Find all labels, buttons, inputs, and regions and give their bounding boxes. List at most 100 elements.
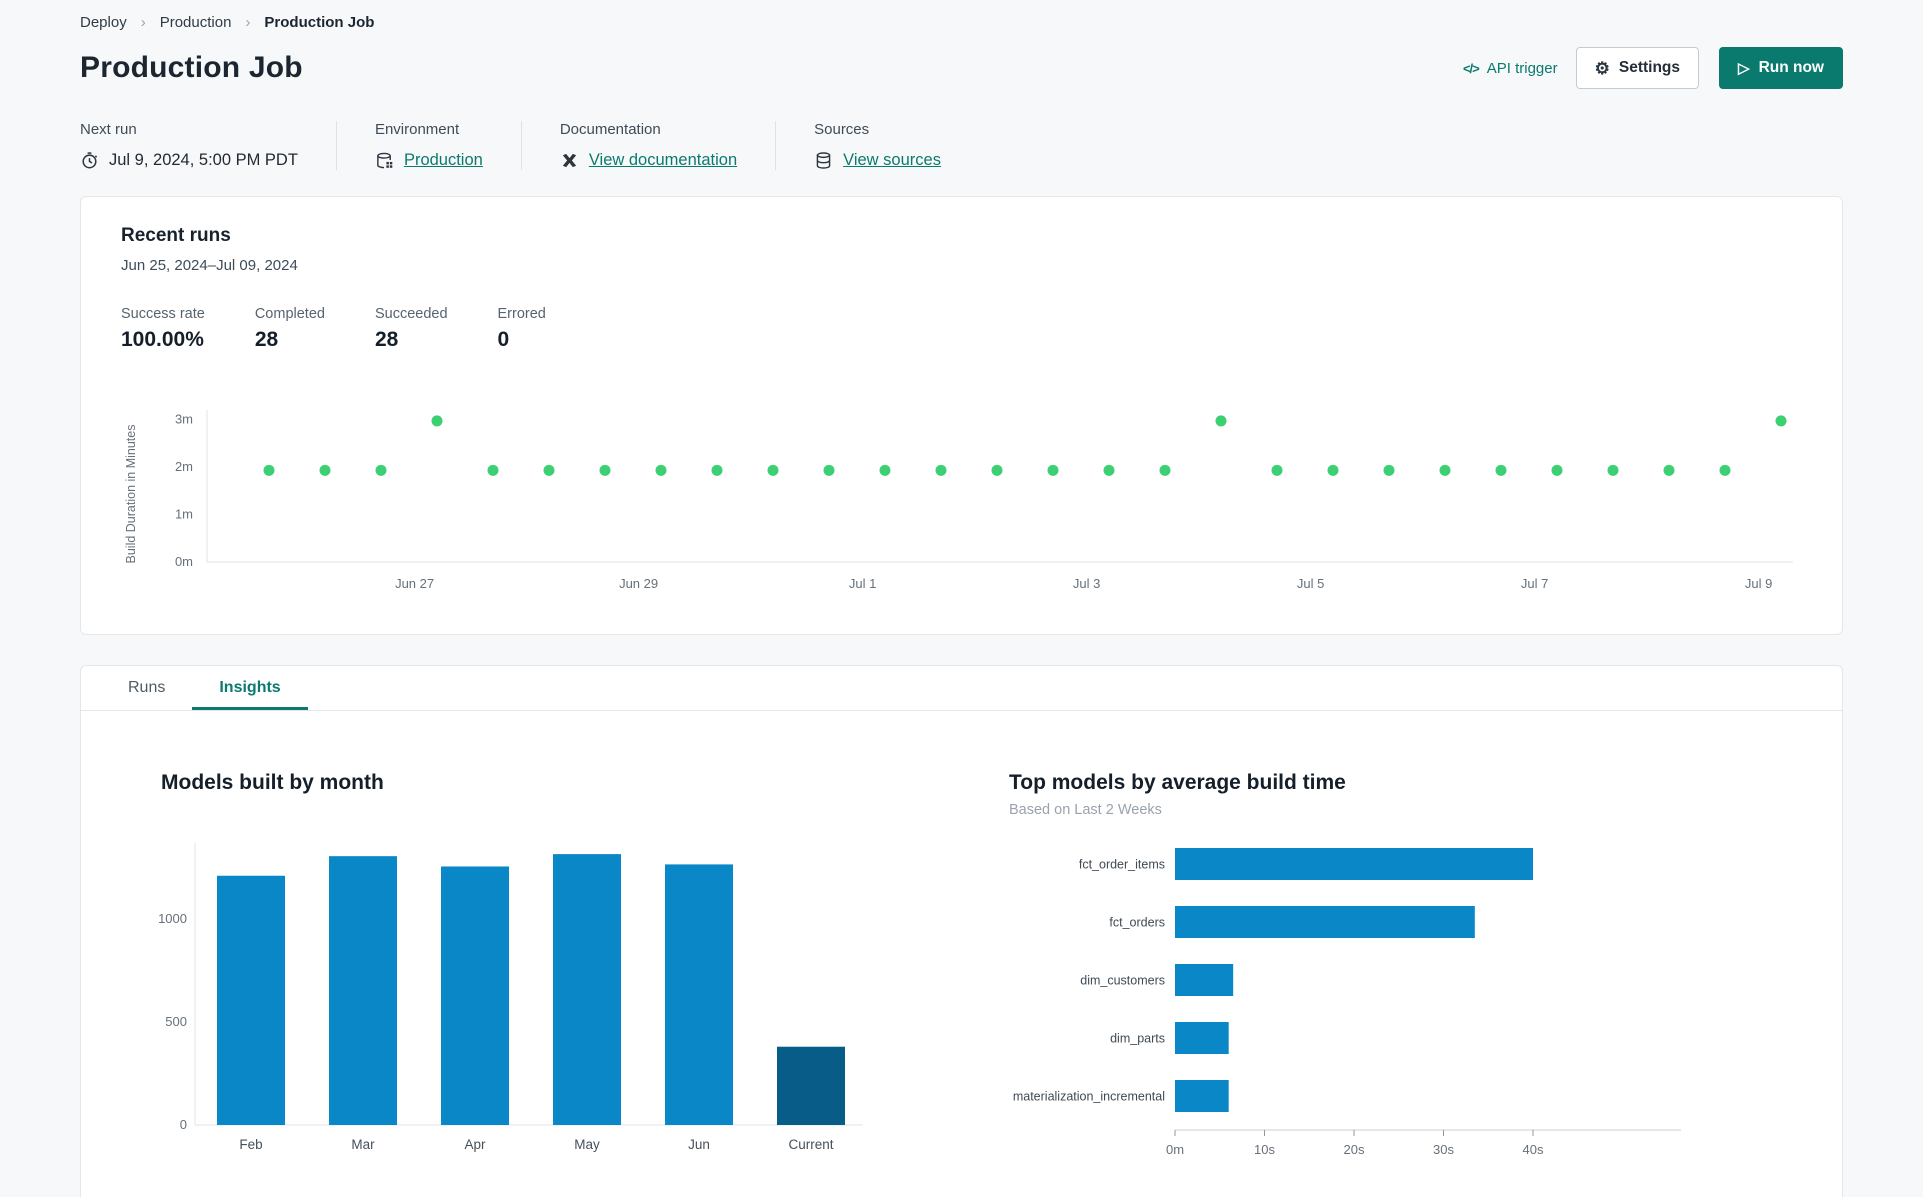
scatter-point[interactable] bbox=[1663, 464, 1675, 476]
y-tick-label: 500 bbox=[165, 1014, 187, 1029]
production-job-page: Deploy › Production › Production Job Pro… bbox=[0, 0, 1923, 1197]
scatter-point[interactable] bbox=[1775, 415, 1787, 427]
x-category-label: Apr bbox=[464, 1137, 486, 1152]
meta-environment: Environment Production bbox=[375, 121, 522, 170]
breadcrumb-production[interactable]: Production bbox=[160, 14, 232, 31]
stat-label: Errored bbox=[497, 306, 546, 322]
models-built-chart: 0 500 1000 Feb Mar Apr May Jun Current bbox=[147, 835, 891, 1165]
stat-completed: Completed 28 bbox=[255, 306, 325, 352]
stat-value: 28 bbox=[374, 328, 399, 351]
scatter-point[interactable] bbox=[1215, 415, 1227, 427]
bar-materialization_incremental[interactable] bbox=[1175, 1080, 1229, 1112]
tab-runs[interactable]: Runs bbox=[101, 666, 192, 710]
breadcrumb: Deploy › Production › Production Job bbox=[80, 10, 1843, 31]
scatter-point[interactable] bbox=[935, 464, 947, 476]
scatter-point[interactable] bbox=[991, 464, 1003, 476]
page-header: Production Job </> API trigger ⚙ Setting… bbox=[80, 47, 1843, 89]
x-tick-label: Jul 9 bbox=[1745, 576, 1772, 591]
scatter-point[interactable] bbox=[1439, 464, 1451, 476]
bar-dim_parts[interactable] bbox=[1175, 1022, 1229, 1054]
scatter-point[interactable] bbox=[767, 464, 779, 476]
bar-feb[interactable] bbox=[217, 875, 285, 1125]
scatter-point[interactable] bbox=[1551, 464, 1563, 476]
scatter-point[interactable] bbox=[319, 464, 331, 476]
gear-icon: ⚙ bbox=[1594, 58, 1610, 78]
x-tick-label: 0m bbox=[1166, 1142, 1184, 1157]
scatter-point[interactable] bbox=[1383, 464, 1395, 476]
bar-fct_order_items[interactable] bbox=[1175, 848, 1533, 880]
scatter-point[interactable] bbox=[375, 464, 387, 476]
meta-documentation: Documentation View documentation bbox=[560, 121, 777, 170]
header-actions: </> API trigger ⚙ Settings ▷ Run now bbox=[1463, 47, 1843, 89]
scatter-point[interactable] bbox=[1103, 464, 1115, 476]
stat-value: 28 bbox=[254, 328, 279, 351]
stat-errored: Errored 0 bbox=[498, 306, 546, 352]
environment-link[interactable]: Production bbox=[404, 151, 483, 170]
stat-succeeded: Succeeded 28 bbox=[375, 306, 448, 352]
scatter-point[interactable] bbox=[1327, 464, 1339, 476]
next-run-label: Next run bbox=[80, 121, 137, 138]
scatter-point[interactable] bbox=[655, 464, 667, 476]
api-trigger-link[interactable]: </> API trigger bbox=[1463, 60, 1558, 77]
play-icon: ▷ bbox=[1738, 59, 1750, 77]
stat-success-rate: Success rate 100.00% bbox=[121, 306, 205, 352]
scatter-point[interactable] bbox=[599, 464, 611, 476]
database-icon bbox=[814, 151, 833, 170]
view-documentation-link[interactable]: View documentation bbox=[589, 151, 737, 170]
stat-value: 0 bbox=[497, 328, 510, 351]
scatter-point[interactable] bbox=[1719, 464, 1731, 476]
run-now-button[interactable]: ▷ Run now bbox=[1719, 47, 1843, 89]
scatter-point[interactable] bbox=[431, 415, 443, 427]
x-category-label: Feb bbox=[239, 1137, 262, 1152]
stat-label: Completed bbox=[254, 306, 325, 322]
scatter-point[interactable] bbox=[711, 464, 723, 476]
x-category-label: Jun bbox=[688, 1137, 710, 1152]
y-tick-label: 0m bbox=[175, 554, 193, 569]
tab-insights[interactable]: Insights bbox=[192, 666, 308, 710]
x-tick-label: Jul 7 bbox=[1521, 576, 1548, 591]
bar-category-label: fct_orders bbox=[1109, 916, 1165, 930]
bar-mar[interactable] bbox=[329, 856, 397, 1125]
next-run-value: Jul 9, 2024, 5:00 PM PDT bbox=[109, 151, 298, 169]
scatter-point[interactable] bbox=[263, 464, 275, 476]
build-duration-scatter-svg: Build Duration in Minutes 0m 1m 2m 3m Jun 27 J… bbox=[124, 410, 1793, 591]
scatter-point[interactable] bbox=[487, 464, 499, 476]
view-sources-link[interactable]: View sources bbox=[843, 151, 941, 170]
scatter-point[interactable] bbox=[1047, 464, 1059, 476]
scatter-point[interactable] bbox=[1607, 464, 1619, 476]
scatter-point[interactable] bbox=[823, 464, 835, 476]
x-category-label: May bbox=[574, 1137, 600, 1152]
bar-apr[interactable] bbox=[441, 866, 509, 1125]
bar-may[interactable] bbox=[553, 854, 621, 1125]
run-now-label: Run now bbox=[1758, 59, 1824, 76]
bar-jun[interactable] bbox=[665, 864, 733, 1125]
bar-dim_customers[interactable] bbox=[1175, 964, 1234, 996]
models-built-by-month-section: Models built by month 0 500 1000 Feb Mar Apr M… bbox=[158, 771, 891, 1177]
scatter-point[interactable] bbox=[543, 464, 555, 476]
chevron-right-icon: › bbox=[245, 14, 251, 31]
top-models-section: Top models by average build time Based o… bbox=[1009, 771, 1689, 1177]
top-models-title: Top models by average build time bbox=[1009, 771, 1346, 794]
page-title: Production Job bbox=[80, 51, 303, 84]
stat-value: 100.00% bbox=[121, 328, 204, 351]
top-models-subtitle: Based on Last 2 Weeks bbox=[1009, 802, 1162, 818]
scatter-point[interactable] bbox=[1159, 464, 1171, 476]
bar-category-label: fct_order_items bbox=[1079, 858, 1165, 872]
bar-current[interactable] bbox=[777, 1046, 845, 1125]
recent-runs-date-range: Jun 25, 2024–Jul 09, 2024 bbox=[121, 257, 298, 274]
models-built-svg: 0 500 1000 Feb Mar Apr May Jun Current bbox=[158, 843, 863, 1152]
x-category-label: Mar bbox=[351, 1137, 375, 1152]
scatter-point[interactable] bbox=[1495, 464, 1507, 476]
x-category-label: Current bbox=[788, 1137, 833, 1152]
breadcrumb-deploy[interactable]: Deploy bbox=[80, 14, 127, 31]
meta-sources: Sources View sources bbox=[814, 121, 979, 170]
scatter-point[interactable] bbox=[1271, 464, 1283, 476]
settings-button[interactable]: ⚙ Settings bbox=[1575, 47, 1700, 89]
api-trigger-label: API trigger bbox=[1486, 59, 1558, 77]
bar-category-label: dim_customers bbox=[1080, 974, 1165, 988]
sources-label: Sources bbox=[814, 121, 870, 138]
scatter-point[interactable] bbox=[879, 464, 891, 476]
bar-category-label: materialization_incremental bbox=[1013, 1090, 1165, 1104]
bar-fct_orders[interactable] bbox=[1175, 906, 1475, 938]
stat-label: Success rate bbox=[121, 306, 205, 322]
